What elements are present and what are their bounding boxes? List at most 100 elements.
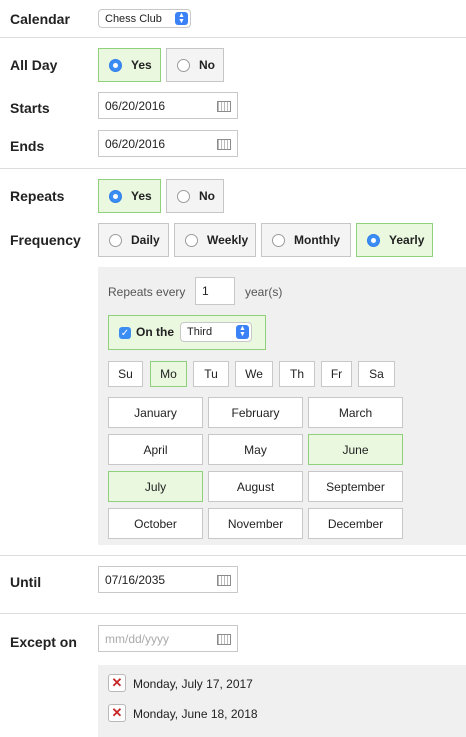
- radio-unchecked-icon: [185, 233, 198, 247]
- month-button-december[interactable]: December: [308, 508, 403, 539]
- starts-date-input[interactable]: 06/20/2016: [98, 92, 238, 119]
- until-date-value: 07/16/2035: [105, 572, 166, 587]
- divider: [0, 37, 466, 38]
- except-on-date-input[interactable]: mm/dd/yyyy: [98, 625, 238, 652]
- month-label: August: [236, 479, 275, 494]
- on-the-label: On the: [136, 325, 174, 339]
- ends-label: Ends: [10, 138, 45, 154]
- month-button-august[interactable]: August: [208, 471, 303, 502]
- month-button-april[interactable]: April: [108, 434, 203, 465]
- month-button-july[interactable]: July: [108, 471, 203, 502]
- repeats-label: Repeats: [10, 188, 65, 204]
- repeats-every-input[interactable]: 1: [195, 277, 235, 305]
- day-button-th[interactable]: Th: [279, 361, 315, 387]
- ends-date-input[interactable]: 06/20/2016: [98, 130, 238, 157]
- ends-date-value: 06/20/2016: [105, 136, 166, 151]
- day-label: Sa: [369, 367, 384, 381]
- month-label: December: [327, 516, 384, 531]
- starts-label: Starts: [10, 100, 50, 116]
- chevron-updown-icon: ▲ ▼: [175, 12, 188, 25]
- radio-unchecked-icon: [109, 233, 122, 247]
- frequency-daily-radio[interactable]: Daily: [98, 223, 169, 257]
- month-label: June: [342, 442, 369, 457]
- month-button-september[interactable]: September: [308, 471, 403, 502]
- month-button-october[interactable]: October: [108, 508, 203, 539]
- day-label: Fr: [330, 367, 343, 381]
- divider: [0, 555, 466, 556]
- divider: [0, 168, 466, 169]
- all-day-no-radio[interactable]: No: [166, 48, 224, 82]
- month-button-february[interactable]: February: [208, 397, 303, 428]
- day-label: Su: [118, 367, 133, 381]
- calendar-select-value: Chess Club: [105, 12, 162, 25]
- frequency-label: Frequency: [10, 232, 81, 248]
- month-button-november[interactable]: November: [208, 508, 303, 539]
- day-button-sa[interactable]: Sa: [358, 361, 395, 387]
- day-button-we[interactable]: We: [235, 361, 273, 387]
- all-day-yes-radio[interactable]: Yes: [98, 48, 161, 82]
- month-button-january[interactable]: January: [108, 397, 203, 428]
- day-label: We: [245, 367, 263, 381]
- all-day-no-label: No: [199, 58, 215, 72]
- day-button-mo[interactable]: Mo: [150, 361, 187, 387]
- remove-exception-button[interactable]: ✕: [108, 674, 126, 692]
- day-button-fr[interactable]: Fr: [321, 361, 352, 387]
- calendar-icon[interactable]: [217, 101, 231, 112]
- until-date-input[interactable]: 07/16/2035: [98, 566, 238, 593]
- close-icon: ✕: [111, 705, 123, 720]
- starts-date-value: 06/20/2016: [105, 98, 166, 113]
- month-label: March: [338, 405, 373, 420]
- frequency-yearly-label: Yearly: [389, 233, 425, 247]
- checkbox-checked-icon[interactable]: ✓: [119, 327, 131, 339]
- day-label: Mo: [160, 367, 177, 381]
- month-label: November: [227, 516, 284, 531]
- calendar-icon[interactable]: [217, 634, 231, 645]
- month-button-may[interactable]: May: [208, 434, 303, 465]
- month-label: April: [143, 442, 168, 457]
- until-label: Until: [10, 574, 42, 590]
- month-button-june[interactable]: June: [308, 434, 403, 465]
- radio-unchecked-icon: [177, 58, 190, 72]
- day-button-tu[interactable]: Tu: [193, 361, 229, 387]
- day-label: Th: [289, 367, 304, 381]
- month-label: February: [231, 405, 280, 420]
- radio-checked-icon: [367, 233, 380, 247]
- exception-date: Monday, June 18, 2018: [133, 707, 258, 721]
- radio-unchecked-icon: [272, 233, 285, 247]
- month-label: May: [244, 442, 267, 457]
- repeats-yes-radio[interactable]: Yes: [98, 179, 161, 213]
- divider: [0, 613, 466, 614]
- remove-exception-button[interactable]: ✕: [108, 704, 126, 722]
- calendar-icon[interactable]: [217, 575, 231, 586]
- all-day-yes-label: Yes: [131, 58, 152, 72]
- repeats-every-suffix: year(s): [245, 285, 283, 299]
- frequency-monthly-label: Monthly: [294, 233, 340, 247]
- radio-unchecked-icon: [177, 189, 190, 203]
- month-label: October: [134, 516, 177, 531]
- repeats-no-radio[interactable]: No: [166, 179, 224, 213]
- frequency-monthly-radio[interactable]: Monthly: [261, 223, 351, 257]
- repeats-every-prefix: Repeats every: [108, 285, 186, 299]
- radio-checked-icon: [109, 58, 122, 72]
- frequency-yearly-radio[interactable]: Yearly: [356, 223, 433, 257]
- all-day-label: All Day: [10, 57, 58, 73]
- exception-list: [98, 665, 466, 737]
- calendar-select[interactable]: Chess Club ▲ ▼: [98, 9, 191, 28]
- chevron-updown-icon: ▲ ▼: [236, 325, 249, 339]
- repeats-no-label: No: [199, 189, 215, 203]
- day-label: Tu: [204, 367, 218, 381]
- calendar-label: Calendar: [10, 11, 70, 27]
- day-button-su[interactable]: Su: [108, 361, 143, 387]
- frequency-daily-label: Daily: [131, 233, 160, 247]
- frequency-weekly-label: Weekly: [207, 233, 249, 247]
- repeats-every-value: 1: [202, 284, 209, 298]
- close-icon: ✕: [111, 675, 123, 690]
- on-the-select-value: Third: [187, 326, 213, 338]
- exception-date: Monday, July 17, 2017: [133, 677, 253, 691]
- on-the-select[interactable]: Third ▲ ▼: [180, 322, 252, 342]
- calendar-icon[interactable]: [217, 139, 231, 150]
- frequency-weekly-radio[interactable]: Weekly: [174, 223, 256, 257]
- month-label: July: [144, 479, 167, 494]
- month-button-march[interactable]: March: [308, 397, 403, 428]
- except-on-placeholder: mm/dd/yyyy: [105, 631, 170, 646]
